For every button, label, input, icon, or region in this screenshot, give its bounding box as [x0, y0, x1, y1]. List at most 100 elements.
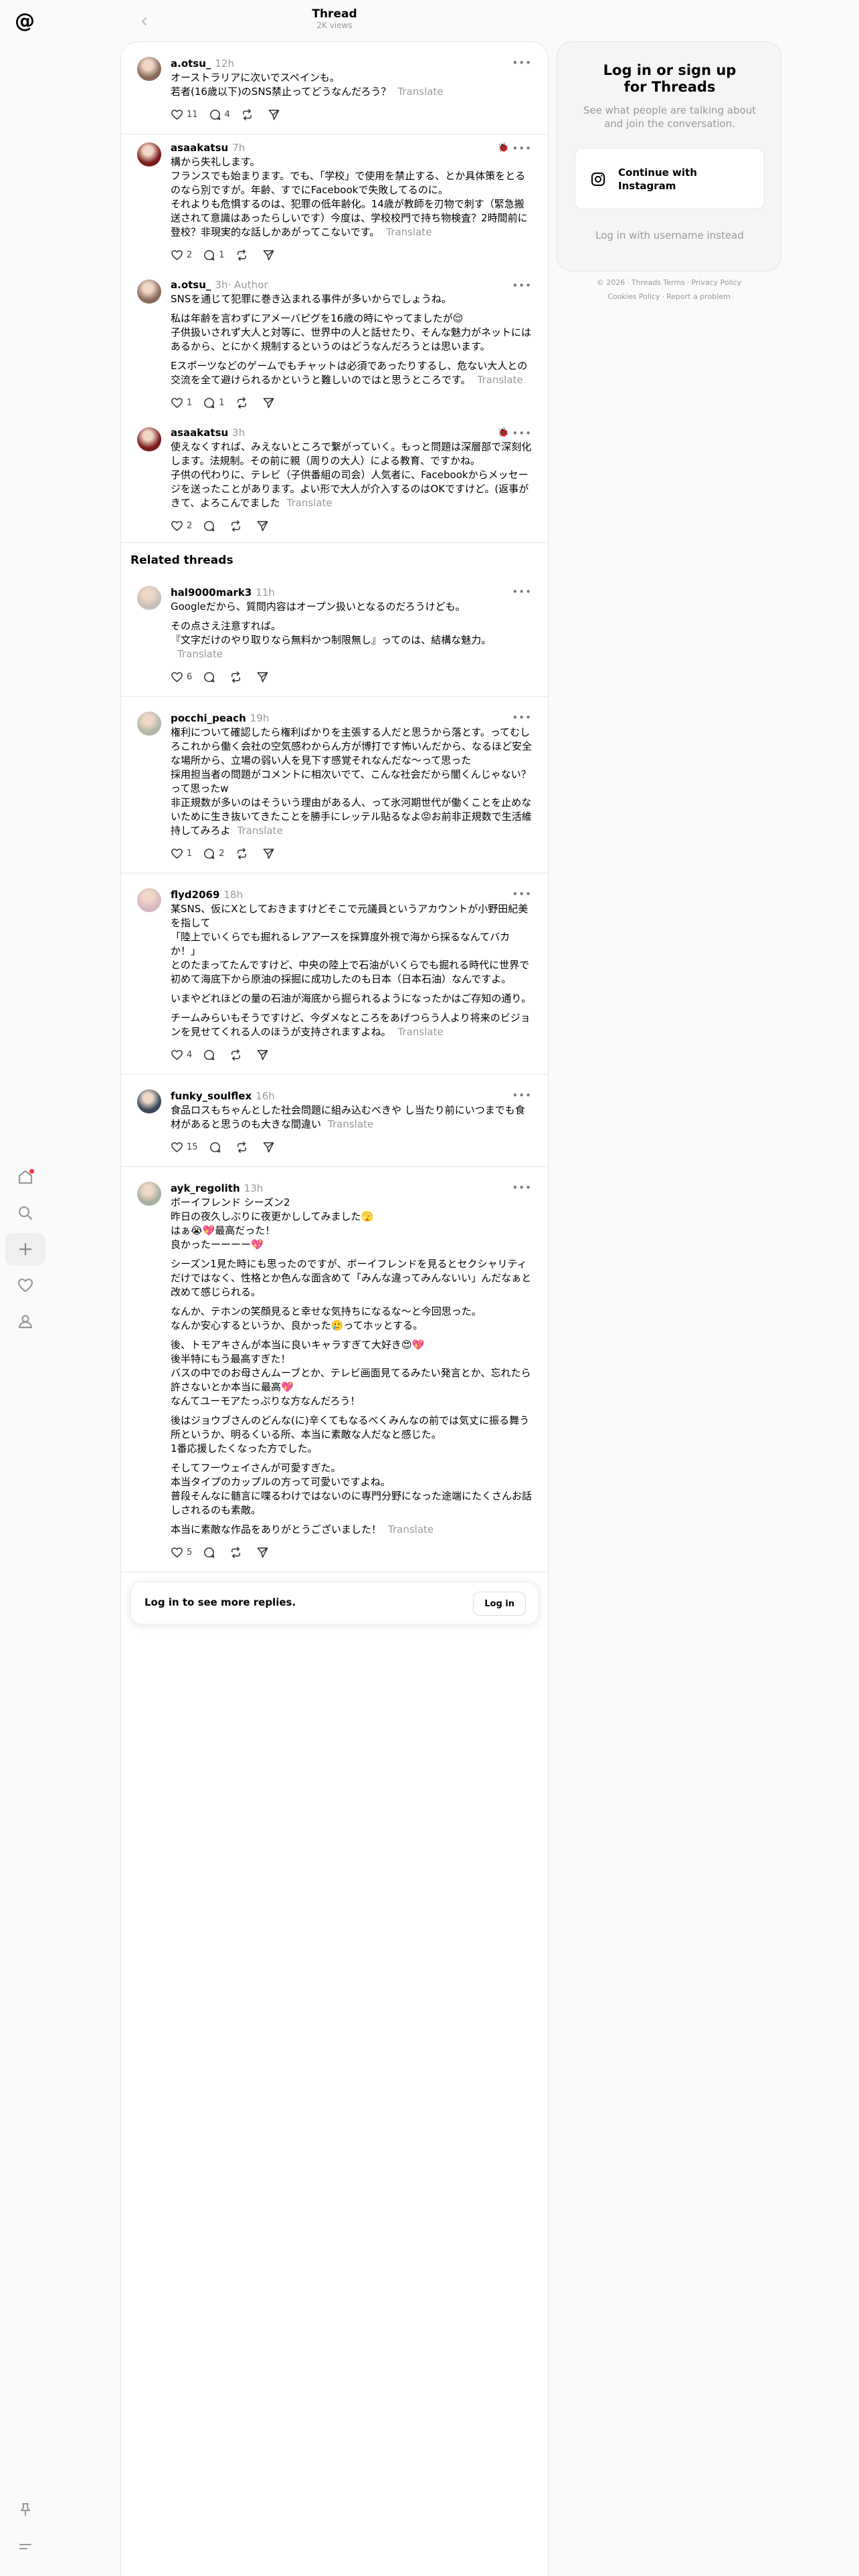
username[interactable]: pocchi_peach: [171, 712, 246, 724]
continue-instagram-button[interactable]: Continue with Instagram: [575, 148, 765, 209]
translate-link[interactable]: Translate: [237, 825, 283, 837]
related-threads-heading: Related threads: [130, 554, 233, 567]
share-icon: [262, 847, 278, 860]
more-options-icon[interactable]: •••: [512, 280, 532, 292]
login-prompt-text: Log in to see more replies.: [145, 1596, 296, 1608]
username[interactable]: hal9000mark3: [171, 586, 252, 599]
replies-count: 2: [219, 848, 225, 859]
share-button[interactable]: [256, 671, 272, 683]
avatar[interactable]: [137, 888, 161, 912]
translate-link[interactable]: Translate: [177, 648, 223, 660]
avatar[interactable]: [137, 1089, 161, 1113]
share-button[interactable]: [268, 108, 284, 121]
pin-icon: [21, 2503, 30, 2516]
like-button[interactable]: 15: [171, 1141, 198, 1154]
repost-button[interactable]: [229, 671, 246, 683]
more-options-icon[interactable]: •••: [512, 586, 532, 598]
share-button[interactable]: [262, 397, 278, 409]
translate-link[interactable]: Translate: [478, 374, 523, 386]
reply-button[interactable]: 4: [209, 108, 230, 121]
share-button[interactable]: [256, 1049, 272, 1061]
login-button[interactable]: Log in: [473, 1592, 526, 1616]
terms-link[interactable]: Threads Terms: [632, 278, 685, 287]
comment-icon: [209, 1141, 225, 1154]
nav-profile[interactable]: [5, 1305, 45, 1337]
repost-button[interactable]: [235, 1141, 252, 1154]
reply-button[interactable]: [203, 671, 219, 683]
more-options-icon[interactable]: •••: [512, 1182, 532, 1194]
more-options-icon[interactable]: •••: [512, 1089, 532, 1101]
like-button[interactable]: 4: [171, 1049, 192, 1061]
translate-link[interactable]: Translate: [388, 1523, 434, 1535]
nav-activity[interactable]: [5, 1269, 45, 1301]
like-button[interactable]: 1: [171, 397, 192, 409]
translate-link[interactable]: Translate: [287, 497, 332, 509]
repost-button[interactable]: [229, 520, 246, 532]
cookies-link[interactable]: Cookies Policy: [607, 292, 660, 301]
avatar[interactable]: [137, 586, 161, 610]
threads-logo-icon[interactable]: @: [13, 9, 37, 33]
nav-home[interactable]: [5, 1161, 45, 1193]
username[interactable]: a.otsu_: [171, 279, 211, 291]
post-header: asaakatsu 3h: [171, 426, 532, 439]
share-button[interactable]: [256, 520, 272, 532]
menu-button[interactable]: [5, 2531, 45, 2563]
username[interactable]: asaakatsu: [171, 427, 228, 439]
reply-button[interactable]: 2: [203, 847, 225, 860]
report-link[interactable]: Report a problem: [666, 292, 731, 301]
post-actions: 11: [171, 395, 532, 410]
comment-icon: [203, 1049, 219, 1061]
reply-button[interactable]: [203, 520, 219, 532]
translate-link[interactable]: Translate: [328, 1118, 373, 1130]
share-button[interactable]: [262, 249, 278, 261]
share-button[interactable]: [262, 847, 278, 860]
more-options-icon[interactable]: •••: [512, 712, 532, 724]
post-header: ayk_regolith 13h: [171, 1182, 532, 1194]
share-button[interactable]: [256, 1546, 272, 1559]
like-button[interactable]: 2: [171, 520, 192, 532]
repost-button[interactable]: [235, 249, 252, 261]
repost-button[interactable]: [229, 1546, 246, 1559]
like-button[interactable]: 2: [171, 249, 192, 261]
username[interactable]: funky_soulflex: [171, 1090, 252, 1102]
more-options-icon[interactable]: •••: [512, 888, 532, 900]
like-button[interactable]: 6: [171, 671, 192, 683]
reply-button[interactable]: [209, 1141, 225, 1154]
reply-button[interactable]: [203, 1049, 219, 1061]
avatar[interactable]: [137, 712, 161, 736]
nav-search[interactable]: [5, 1197, 45, 1229]
avatar[interactable]: [137, 142, 161, 167]
repost-button[interactable]: [241, 108, 257, 121]
profile-badge: 🐞: [497, 427, 509, 438]
repost-button[interactable]: [235, 847, 252, 860]
more-options-icon[interactable]: •••: [512, 427, 532, 439]
like-button[interactable]: 1: [171, 847, 192, 860]
privacy-link[interactable]: Privacy Policy: [691, 278, 741, 287]
post-text: SNSを通じて犯罪に巻き込まれる事件が多いからでしょうね。 私は年齢を言わずにアメ…: [171, 292, 532, 387]
translate-link[interactable]: Translate: [386, 226, 432, 238]
nav-create[interactable]: [5, 1233, 45, 1265]
translate-link[interactable]: Translate: [397, 86, 443, 98]
heart-icon: [171, 520, 187, 532]
pin-button[interactable]: [5, 2493, 45, 2525]
like-button[interactable]: 5: [171, 1546, 192, 1559]
repost-button[interactable]: [229, 1049, 246, 1061]
reply-button[interactable]: [203, 1546, 219, 1559]
username[interactable]: ayk_regolith: [171, 1182, 240, 1194]
more-options-icon[interactable]: •••: [512, 142, 532, 154]
avatar[interactable]: [137, 280, 161, 304]
translate-link[interactable]: Translate: [398, 1026, 444, 1038]
share-button[interactable]: [262, 1141, 278, 1154]
username-login-link[interactable]: Log in with username instead: [557, 229, 782, 241]
avatar[interactable]: [137, 427, 161, 451]
avatar[interactable]: [137, 57, 161, 81]
more-options-icon[interactable]: •••: [512, 57, 532, 69]
avatar[interactable]: [137, 1182, 161, 1206]
reply-button[interactable]: 1: [203, 397, 225, 409]
like-button[interactable]: 11: [171, 108, 198, 121]
username[interactable]: flyd2069: [171, 889, 219, 901]
username[interactable]: asaakatsu: [171, 142, 228, 154]
repost-button[interactable]: [235, 397, 252, 409]
username[interactable]: a.otsu_: [171, 58, 211, 70]
reply-button[interactable]: 1: [203, 249, 225, 261]
